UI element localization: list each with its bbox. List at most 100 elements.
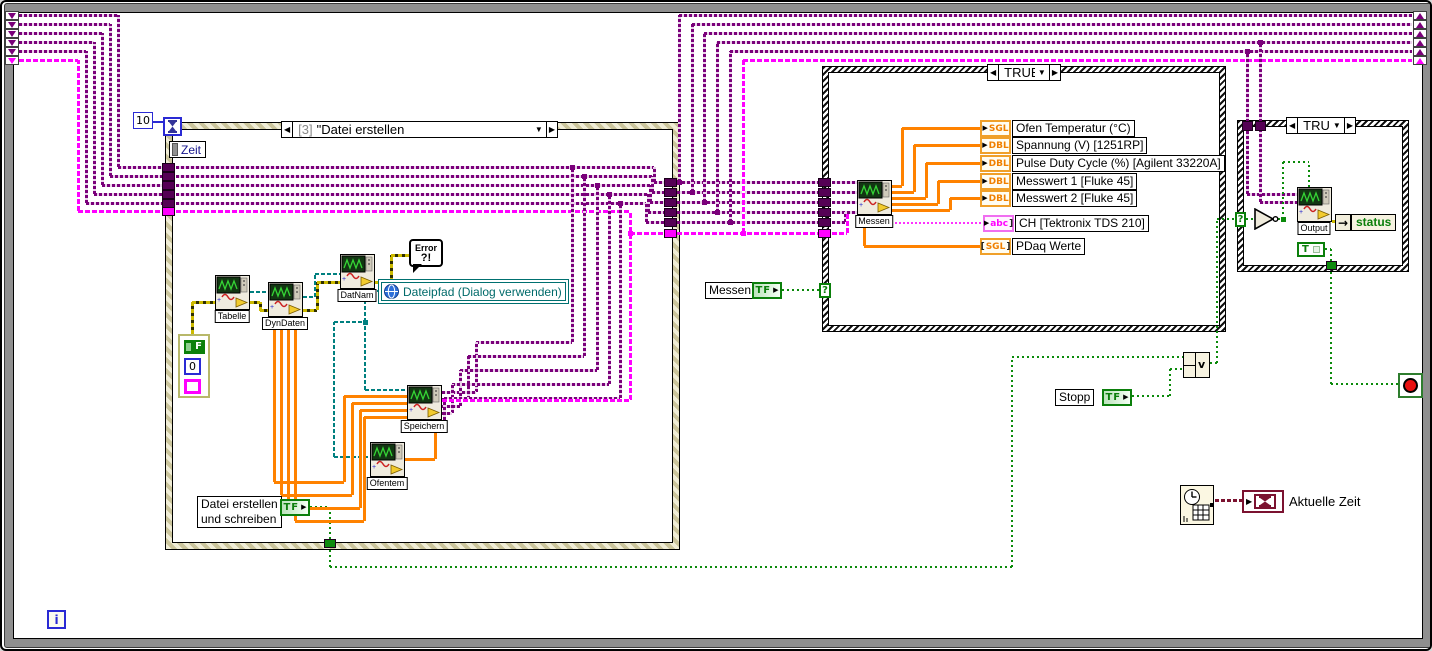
loop-condition-terminal[interactable] [1398, 373, 1423, 398]
wire[interactable] [1132, 395, 1170, 397]
wire[interactable] [109, 24, 112, 176]
wire[interactable] [892, 197, 926, 200]
wire[interactable] [391, 254, 409, 257]
wire[interactable] [596, 185, 599, 370]
wire[interactable] [938, 180, 980, 183]
wire[interactable] [1247, 193, 1297, 196]
subvi-speichern-label[interactable]: Speichern [400, 420, 448, 433]
wire[interactable] [281, 494, 352, 497]
wire[interactable] [77, 60, 80, 211]
wire[interactable] [191, 302, 194, 334]
case-prev-arrow-icon[interactable]: ◀ [282, 122, 294, 137]
wire[interactable] [176, 184, 597, 187]
wire[interactable] [1246, 131, 1249, 194]
error-dialog-icon[interactable]: Error ?! [409, 239, 443, 273]
wire[interactable] [1169, 369, 1171, 396]
wire[interactable] [1282, 162, 1284, 219]
wait-ms-constant[interactable]: 10 [133, 112, 153, 129]
wire[interactable] [176, 193, 609, 196]
messen-control-label[interactable]: Messen [705, 282, 756, 299]
wire[interactable] [691, 24, 694, 192]
wire[interactable] [678, 15, 681, 182]
wire[interactable] [743, 59, 1412, 62]
wire[interactable] [832, 191, 857, 194]
wire[interactable] [832, 181, 857, 184]
wire[interactable] [692, 23, 1412, 26]
wire[interactable] [94, 193, 165, 196]
wire[interactable] [648, 211, 665, 214]
wire[interactable] [609, 193, 648, 196]
tunnel[interactable] [1242, 121, 1253, 131]
wire[interactable] [334, 321, 365, 323]
tunnel[interactable] [324, 539, 336, 548]
create-file-control-label[interactable]: Datei erstellen und schreiben [197, 496, 282, 528]
indicator-label[interactable]: Pulse Duty Cycle (%) [Agilent 33220A] [1012, 155, 1225, 172]
wire[interactable] [730, 50, 1412, 53]
wire[interactable] [315, 273, 340, 275]
wire[interactable] [364, 416, 407, 419]
indicator-terminal[interactable]: ▶ DBL [980, 155, 1011, 172]
wire[interactable] [329, 548, 331, 567]
wire[interactable] [365, 389, 407, 391]
subvi-messen-label[interactable]: Messen [855, 215, 893, 228]
wire[interactable] [360, 409, 407, 412]
tunnel[interactable] [818, 218, 831, 227]
shift-register-left[interactable] [5, 38, 19, 47]
case-selector-header[interactable]: ◀ [3] "Datei erstellen ▼ ▶ [281, 121, 558, 138]
wire[interactable] [677, 201, 819, 204]
wire[interactable] [280, 317, 283, 495]
wire[interactable] [1330, 270, 1332, 384]
shift-register-right[interactable] [1413, 47, 1427, 56]
wire[interactable] [608, 194, 611, 384]
wire[interactable] [176, 175, 584, 178]
wire[interactable] [571, 167, 574, 342]
wire[interactable] [295, 520, 364, 523]
shift-register-right[interactable] [1413, 20, 1427, 29]
tunnel[interactable] [162, 172, 175, 181]
indicator-label[interactable]: CH [Tektronix TDS 210] [1015, 215, 1149, 232]
wire[interactable] [176, 202, 620, 205]
wire[interactable] [950, 197, 980, 200]
case-prev-arrow-icon[interactable]: ◀ [988, 65, 1000, 80]
wire[interactable] [677, 191, 819, 194]
wire[interactable] [343, 396, 346, 482]
status-indicator-label[interactable]: status [1351, 214, 1397, 231]
subvi-tabelle-label[interactable]: Tabelle [214, 310, 250, 323]
wire[interactable] [260, 309, 268, 312]
wire[interactable] [476, 341, 572, 344]
subvi-ofentem-label[interactable]: Ofentem [366, 477, 408, 490]
wire[interactable] [467, 356, 470, 399]
wire[interactable] [1216, 219, 1218, 363]
wire[interactable] [85, 51, 88, 203]
tunnel[interactable] [818, 198, 831, 207]
wire[interactable] [892, 191, 914, 194]
wire[interactable] [19, 50, 86, 53]
indicator-terminal[interactable]: ▶ DBL [980, 137, 1011, 154]
wire[interactable] [1217, 218, 1236, 220]
wire[interactable] [442, 399, 630, 402]
wire[interactable] [390, 255, 393, 282]
wire[interactable] [250, 291, 268, 293]
measure-case-header[interactable]: ◀ TRUE ▼ ▶ [987, 64, 1061, 81]
wire[interactable] [1170, 368, 1183, 370]
wire[interactable] [176, 166, 572, 169]
wire[interactable] [937, 181, 940, 204]
tunnel[interactable] [664, 229, 677, 238]
wait-ms-function-icon[interactable] [163, 117, 182, 136]
shift-register-left[interactable] [5, 20, 19, 29]
wire[interactable] [1246, 218, 1254, 220]
subvi-messen-icon[interactable]: + [857, 180, 892, 215]
wire[interactable] [317, 281, 340, 284]
wire[interactable] [679, 14, 1412, 17]
indicator-label[interactable]: Ofen Temperatur (°C) [1012, 120, 1135, 137]
wire[interactable] [1259, 131, 1262, 202]
wire[interactable] [363, 417, 366, 521]
wire[interactable] [352, 402, 407, 405]
tunnel[interactable] [664, 198, 677, 207]
wire[interactable] [19, 32, 102, 35]
case-dropdown-icon[interactable]: ▼ [1330, 121, 1344, 130]
wire[interactable] [287, 317, 290, 508]
subvi-tabelle-icon[interactable]: + [215, 275, 250, 310]
wire[interactable] [716, 42, 719, 212]
wire[interactable] [294, 317, 297, 521]
